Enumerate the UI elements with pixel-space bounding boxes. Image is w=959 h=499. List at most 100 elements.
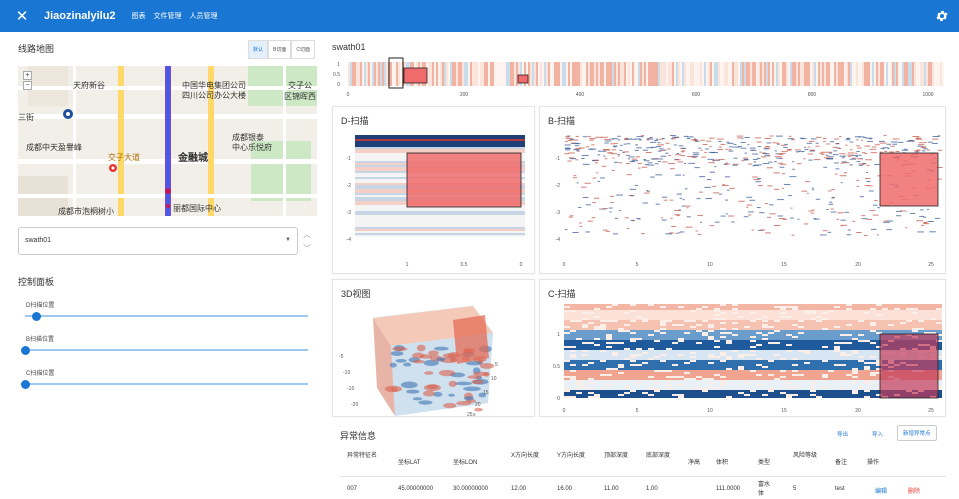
c-scan-y-tick: 1 xyxy=(557,332,560,338)
menu-files[interactable]: 文件管理 xyxy=(154,11,182,21)
app-title: Jiaozinalyilu2 xyxy=(44,10,116,22)
c-scan-x-tick: 20 xyxy=(855,408,861,414)
c-scan-x-tick: 5 xyxy=(636,408,639,414)
view-c-section-button[interactable]: C切面 xyxy=(291,40,315,59)
c-scan-x-tick: 0 xyxy=(563,408,566,414)
table-header: 体积 xyxy=(716,460,729,466)
cell-volume: 111.0000 xyxy=(716,486,741,492)
swath-x-tick: 0 xyxy=(347,92,350,98)
map-label: 金融城 xyxy=(178,153,208,164)
close-icon[interactable]: ✕ xyxy=(0,7,44,25)
slider-thumb[interactable] xyxy=(31,311,41,321)
map-label: 中心乐悦府 xyxy=(232,143,272,152)
table-header: 异常特征名 xyxy=(347,453,378,459)
b-scan-plot[interactable]: -1 -2 -3 -4 0 5 10 15 20 25 xyxy=(540,127,947,275)
swath-overview-plot[interactable]: 1 0.5 0 0 200 400 600 800 1000 xyxy=(332,56,952,98)
b-scan-position-slider[interactable] xyxy=(20,345,308,355)
view-b-section-button[interactable]: B切面 xyxy=(268,40,292,59)
b-scan-y-tick: -1 xyxy=(556,156,561,162)
cell-top-depth: 11.00 xyxy=(604,486,619,492)
swath-stepper: ︿ ﹀ xyxy=(303,228,311,256)
c-scan-x-tick: 10 xyxy=(707,408,713,414)
3d-axis-tick: 20 xyxy=(475,402,481,408)
table-header: 操作 xyxy=(867,460,880,466)
anomaly-box[interactable] xyxy=(879,333,939,399)
map-panel-title: 线路地图 xyxy=(18,44,55,54)
c-scan-position-label: C扫描位置 xyxy=(26,371,55,377)
slider-thumb[interactable] xyxy=(20,345,30,355)
swath-x-tick: 200 xyxy=(460,92,469,98)
gear-icon[interactable] xyxy=(935,9,949,23)
anomaly-marker[interactable] xyxy=(403,67,428,84)
c-scan-x-tick: 25 xyxy=(928,408,934,414)
map-label: 成都市泡桐树小 xyxy=(58,207,114,216)
c-scan-x-tick: 15 xyxy=(781,408,787,414)
table-header: 净高 xyxy=(688,460,701,466)
3d-view-card: 3D视图 -5 -10 -15 -20 5 10 15 20 25 x xyxy=(332,279,536,418)
swath-x-tick: 400 xyxy=(576,92,585,98)
3d-axis-tick: -15 xyxy=(347,386,354,392)
swath-title: swath01 xyxy=(332,42,366,52)
route-map[interactable]: + − 天府新谷 中国华电集团公司 四川公司办公大楼 三街 成都中天盈譽峰 交子… xyxy=(18,66,317,216)
chevron-up-icon[interactable]: ︿ xyxy=(303,228,311,242)
anomaly-title: 异常信息 xyxy=(340,431,377,441)
add-anomaly-button[interactable]: 新增异常点 xyxy=(897,425,937,441)
edit-button[interactable]: 编辑 xyxy=(875,486,887,495)
map-zoom-out-button[interactable]: − xyxy=(23,81,32,90)
swath-x-tick: 600 xyxy=(692,92,701,98)
3d-view-plot[interactable]: -5 -10 -15 -20 5 10 15 20 25 x xyxy=(333,298,536,418)
map-label: 三街 xyxy=(18,113,34,122)
cell-name: 007 xyxy=(347,486,358,492)
map-label: 丽都国际中心 xyxy=(173,204,221,213)
map-label: 四川公司办公大楼 xyxy=(182,91,246,100)
cell-lat: 45.00000000 xyxy=(398,486,434,492)
d-scan-y-tick: -1 xyxy=(347,156,352,162)
3d-axis-tick: -5 xyxy=(339,354,344,360)
import-button[interactable]: 导入 xyxy=(867,427,888,441)
cell-x-length: 12.00 xyxy=(511,486,527,492)
d-scan-x-tick: 0.5 xyxy=(461,262,468,268)
b-scan-y-tick: -4 xyxy=(556,237,561,243)
chevron-down-icon: ▼ xyxy=(285,237,291,243)
table-header: 风险等级 xyxy=(793,453,818,459)
anomaly-box[interactable] xyxy=(879,152,939,207)
d-scan-position-slider[interactable] xyxy=(25,311,308,321)
swath-select-value: swath01 xyxy=(25,237,52,244)
table-header: 坐标LAT xyxy=(398,460,421,466)
export-button[interactable]: 导出 xyxy=(832,427,853,441)
menu-charts[interactable]: 图表 xyxy=(132,11,146,21)
c-scan-plot[interactable]: 1 0.5 0 0 5 10 15 20 25 xyxy=(540,300,947,418)
map-label: 成都中天盈譽峰 xyxy=(26,143,82,152)
map-zoom-in-button[interactable]: + xyxy=(23,71,32,80)
d-scan-y-tick: -3 xyxy=(347,210,352,216)
cell-y-length: 16.00 xyxy=(557,486,573,492)
menu-users[interactable]: 人员管理 xyxy=(190,11,218,21)
cell-risk: 5 xyxy=(793,486,797,492)
slider-thumb[interactable] xyxy=(20,379,30,389)
d-scan-title: D-扫描 xyxy=(341,116,369,126)
table-header: X方向长度 xyxy=(511,453,540,459)
cell-note: test xyxy=(835,486,845,492)
b-scan-x-tick: 5 xyxy=(636,262,639,268)
c-scan-card: C-扫描 1 0.5 0 0 5 10 15 20 25 xyxy=(539,279,946,417)
view-default-button[interactable]: 默认 xyxy=(248,40,269,59)
b-scan-x-tick: 0 xyxy=(563,262,566,268)
table-header: 顶部深度 xyxy=(604,453,629,459)
chevron-down-icon[interactable]: ﹀ xyxy=(303,242,311,256)
anomaly-box[interactable] xyxy=(406,152,522,208)
c-scan-position-slider[interactable] xyxy=(20,379,308,389)
b-scan-x-tick: 25 xyxy=(928,262,934,268)
d-scan-plot[interactable]: -1 -2 -3 -4 1 0.5 0 xyxy=(333,127,536,275)
c-scan-y-tick: 0 xyxy=(557,396,560,402)
3d-axis-tick: -20 xyxy=(351,402,358,408)
d-scan-position-label: D扫描位置 xyxy=(26,303,55,309)
view-button-group: 默认 B切面 C切面 xyxy=(248,40,315,59)
table-divider xyxy=(340,476,946,477)
3d-axis-tick: 25 xyxy=(467,412,473,418)
delete-button[interactable]: 删除 xyxy=(908,486,920,495)
map-label: 交子公 xyxy=(288,81,312,90)
swath-select[interactable]: swath01 ▼ xyxy=(18,227,298,255)
map-label: 交子大道 xyxy=(108,153,140,162)
anomaly-marker[interactable] xyxy=(517,74,529,84)
3d-axis-label: x xyxy=(473,412,476,418)
